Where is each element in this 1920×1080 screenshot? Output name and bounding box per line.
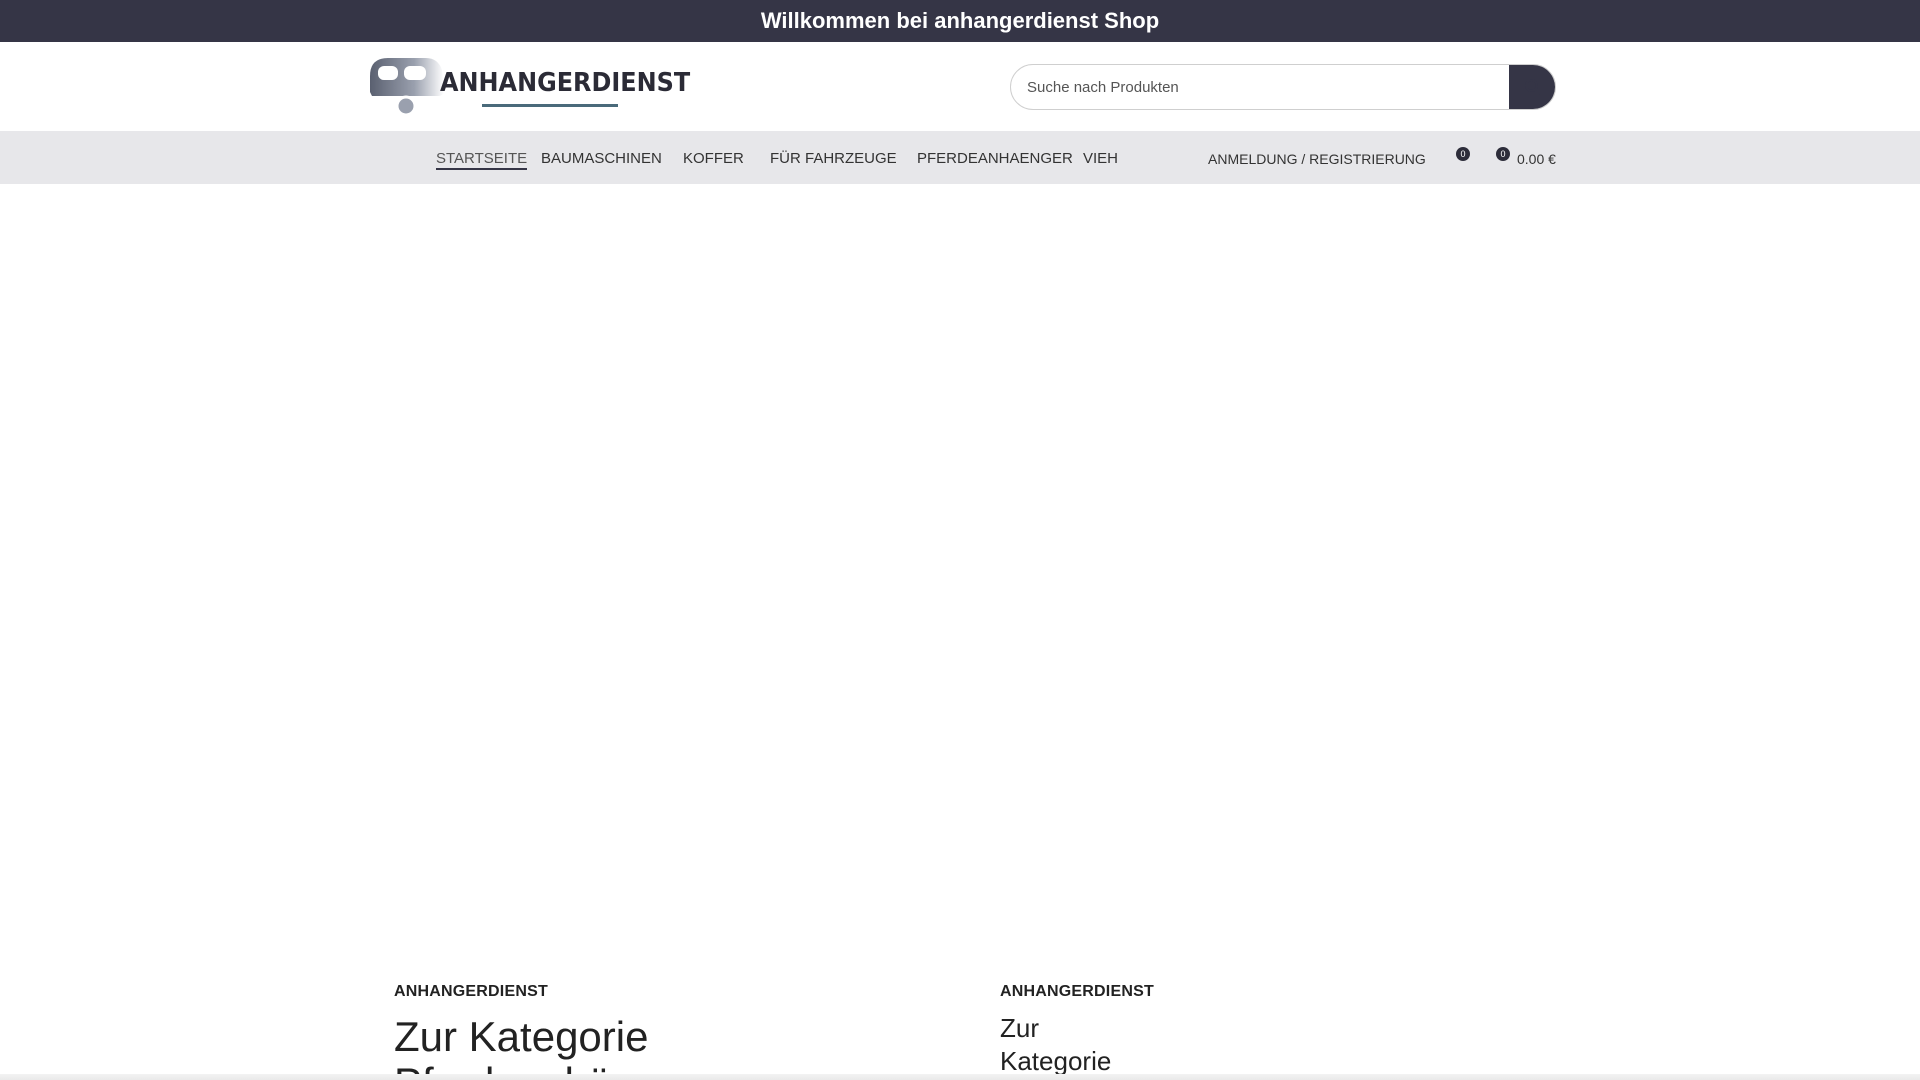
login-register-link[interactable]: ANMELDUNG / REGISTRIERUNG: [1208, 151, 1426, 167]
nav-item-baumaschinen[interactable]: BAUMASCHINEN: [541, 150, 662, 167]
search-input[interactable]: [1011, 65, 1511, 109]
nav-item-vieh[interactable]: VIEH: [1083, 150, 1118, 167]
search-button[interactable]: [1509, 65, 1555, 109]
welcome-banner: Willkommen bei anhangerdienst Shop: [0, 0, 1920, 42]
nav-item-startseite[interactable]: STARTSEITE: [436, 150, 528, 170]
site-header: ANHANGERDIENST: [0, 42, 1920, 131]
trailer-logo-icon: [370, 58, 444, 117]
nav-item-pferdeanhaenger[interactable]: PFERDEANHAENGER: [917, 150, 1073, 167]
card-brand: ANHANGERDIENST: [1000, 983, 1154, 1000]
search-bar: [1010, 64, 1556, 110]
nav-item-fuer-fahrzeuge[interactable]: FÜR FAHRZEUGE: [770, 150, 897, 167]
hero-slider-area: [0, 184, 1920, 944]
logo-text: ANHANGERDIENST: [440, 68, 691, 98]
page-bottom-edge: [0, 1074, 1920, 1080]
welcome-text: Willkommen bei anhangerdienst Shop: [760, 8, 1160, 33]
nav-item-koffer[interactable]: KOFFER: [683, 150, 744, 167]
logo-underline: [482, 104, 618, 107]
wishlist-button[interactable]: 0: [1448, 147, 1472, 169]
cart-count-badge: 0: [1496, 147, 1510, 161]
main-nav: STARTSEITE BAUMASCHINEN KOFFER FÜR FAHRZ…: [0, 131, 1920, 184]
cart-total[interactable]: 0.00 €: [1517, 151, 1556, 167]
card-brand: ANHANGERDIENST: [394, 983, 548, 1000]
card-title: Zur Kategorie: [394, 1013, 649, 1060]
search-icon: [1524, 79, 1541, 95]
card-title: Zur: [1000, 1013, 1039, 1043]
cart-button[interactable]: 0: [1488, 147, 1512, 169]
logo[interactable]: ANHANGERDIENST: [368, 54, 690, 118]
wishlist-count-badge: 0: [1456, 147, 1470, 161]
